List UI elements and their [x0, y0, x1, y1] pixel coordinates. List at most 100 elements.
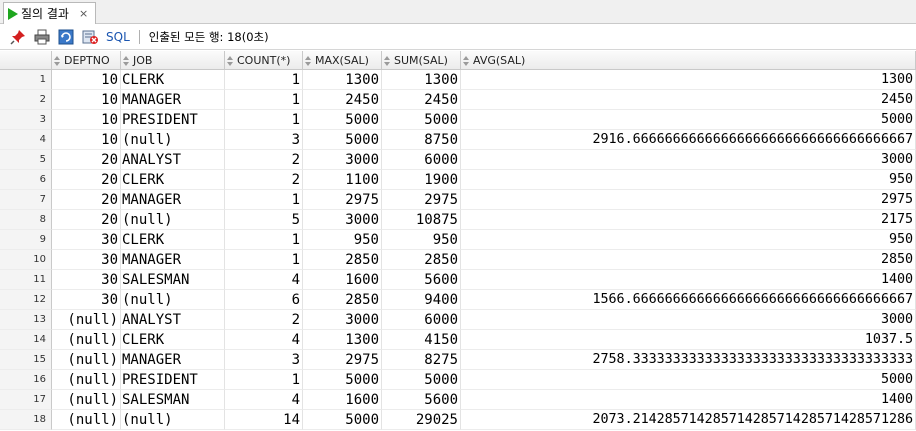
cell-max-sal[interactable]: 2850: [303, 250, 382, 270]
cell-count[interactable]: 4: [225, 270, 303, 290]
header-deptno[interactable]: DEPTNO: [52, 51, 121, 70]
cell-avg-sal[interactable]: 2450: [461, 90, 916, 110]
table-row[interactable]: 18 (null) (null) 14 5000 29025 2073.2142857142…: [0, 410, 916, 430]
cell-job[interactable]: CLERK: [121, 230, 225, 250]
cell-job[interactable]: CLERK: [121, 170, 225, 190]
cell-job[interactable]: MANAGER: [121, 250, 225, 270]
cell-deptno[interactable]: (null): [52, 410, 121, 430]
cell-job[interactable]: MANAGER: [121, 190, 225, 210]
cell-max-sal[interactable]: 3000: [303, 210, 382, 230]
cell-count[interactable]: 14: [225, 410, 303, 430]
cell-job[interactable]: ANALYST: [121, 310, 225, 330]
header-sum-sal[interactable]: SUM(SAL): [382, 51, 461, 70]
cell-job[interactable]: SALESMAN: [121, 270, 225, 290]
row-number[interactable]: 12: [0, 290, 52, 310]
header-job[interactable]: JOB: [121, 51, 225, 70]
row-number[interactable]: 8: [0, 210, 52, 230]
table-row[interactable]: 4 10 (null) 3 5000 8750 2916.66666666666666666…: [0, 130, 916, 150]
cell-deptno[interactable]: (null): [52, 390, 121, 410]
cell-count[interactable]: 1: [225, 230, 303, 250]
cell-max-sal[interactable]: 3000: [303, 150, 382, 170]
cell-deptno[interactable]: 30: [52, 250, 121, 270]
cell-sum-sal[interactable]: 6000: [382, 310, 461, 330]
cell-count[interactable]: 6: [225, 290, 303, 310]
cell-count[interactable]: 1: [225, 250, 303, 270]
cell-count[interactable]: 3: [225, 350, 303, 370]
cell-deptno[interactable]: 20: [52, 210, 121, 230]
cell-avg-sal[interactable]: 950: [461, 230, 916, 250]
cell-avg-sal[interactable]: 3000: [461, 150, 916, 170]
cell-max-sal[interactable]: 2450: [303, 90, 382, 110]
cell-sum-sal[interactable]: 10875: [382, 210, 461, 230]
header-max-sal[interactable]: MAX(SAL): [303, 51, 382, 70]
cell-count[interactable]: 1: [225, 190, 303, 210]
cell-sum-sal[interactable]: 5000: [382, 370, 461, 390]
cell-sum-sal[interactable]: 2975: [382, 190, 461, 210]
cell-max-sal[interactable]: 2975: [303, 190, 382, 210]
cell-count[interactable]: 1: [225, 370, 303, 390]
cell-avg-sal[interactable]: 1400: [461, 390, 916, 410]
close-icon[interactable]: ×: [79, 7, 88, 20]
cell-deptno[interactable]: 10: [52, 70, 121, 90]
cell-avg-sal[interactable]: 1400: [461, 270, 916, 290]
header-avg-sal[interactable]: AVG(SAL): [461, 51, 916, 70]
cell-sum-sal[interactable]: 5600: [382, 390, 461, 410]
cell-deptno[interactable]: 10: [52, 90, 121, 110]
cell-deptno[interactable]: (null): [52, 370, 121, 390]
cell-deptno[interactable]: 30: [52, 270, 121, 290]
cell-avg-sal[interactable]: 2850: [461, 250, 916, 270]
cell-count[interactable]: 5: [225, 210, 303, 230]
cell-count[interactable]: 2: [225, 170, 303, 190]
table-row[interactable]: 11 30 SALESMAN 4 1600 5600 1400: [0, 270, 916, 290]
cell-deptno[interactable]: (null): [52, 310, 121, 330]
cell-count[interactable]: 4: [225, 330, 303, 350]
table-row[interactable]: 6 20 CLERK 2 1100 1900 950: [0, 170, 916, 190]
cell-sum-sal[interactable]: 4150: [382, 330, 461, 350]
row-number[interactable]: 7: [0, 190, 52, 210]
cell-sum-sal[interactable]: 8275: [382, 350, 461, 370]
cell-avg-sal[interactable]: 2758.33333333333333333333333333333333333: [461, 350, 916, 370]
cell-avg-sal[interactable]: 1300: [461, 70, 916, 90]
cell-job[interactable]: MANAGER: [121, 90, 225, 110]
row-number[interactable]: 6: [0, 170, 52, 190]
cell-sum-sal[interactable]: 1300: [382, 70, 461, 90]
cell-deptno[interactable]: 20: [52, 150, 121, 170]
cell-max-sal[interactable]: 950: [303, 230, 382, 250]
table-row[interactable]: 8 20 (null) 5 3000 10875 2175: [0, 210, 916, 230]
cell-sum-sal[interactable]: 5600: [382, 270, 461, 290]
cell-job[interactable]: CLERK: [121, 330, 225, 350]
cell-avg-sal[interactable]: 5000: [461, 370, 916, 390]
cell-deptno[interactable]: 10: [52, 130, 121, 150]
table-row[interactable]: 14 (null) CLERK 4 1300 4150 1037.5: [0, 330, 916, 350]
cell-count[interactable]: 2: [225, 150, 303, 170]
cell-sum-sal[interactable]: 1900: [382, 170, 461, 190]
table-row[interactable]: 7 20 MANAGER 1 2975 2975 2975: [0, 190, 916, 210]
table-row[interactable]: 12 30 (null) 6 2850 9400 1566.6666666666666666…: [0, 290, 916, 310]
row-number[interactable]: 11: [0, 270, 52, 290]
table-row[interactable]: 16 (null) PRESIDENT 1 5000 5000 5000: [0, 370, 916, 390]
table-row[interactable]: 15 (null) MANAGER 3 2975 8275 2758.33333333333…: [0, 350, 916, 370]
cell-deptno[interactable]: (null): [52, 330, 121, 350]
cell-avg-sal[interactable]: 2073.21428571428571428571428571428571286: [461, 410, 916, 430]
table-row[interactable]: 5 20 ANALYST 2 3000 6000 3000: [0, 150, 916, 170]
row-number[interactable]: 15: [0, 350, 52, 370]
cancel-icon[interactable]: [80, 27, 100, 47]
cell-deptno[interactable]: 20: [52, 190, 121, 210]
cell-max-sal[interactable]: 3000: [303, 310, 382, 330]
cell-avg-sal[interactable]: 2916.66666666666666666666666666666666667: [461, 130, 916, 150]
cell-avg-sal[interactable]: 1037.5: [461, 330, 916, 350]
row-number[interactable]: 14: [0, 330, 52, 350]
cell-deptno[interactable]: (null): [52, 350, 121, 370]
table-row[interactable]: 17 (null) SALESMAN 4 1600 5600 1400: [0, 390, 916, 410]
sql-button[interactable]: SQL: [106, 30, 130, 44]
cell-sum-sal[interactable]: 9400: [382, 290, 461, 310]
table-row[interactable]: 3 10 PRESIDENT 1 5000 5000 5000: [0, 110, 916, 130]
table-row[interactable]: 9 30 CLERK 1 950 950 950: [0, 230, 916, 250]
cell-count[interactable]: 3: [225, 130, 303, 150]
cell-job[interactable]: PRESIDENT: [121, 110, 225, 130]
row-number[interactable]: 16: [0, 370, 52, 390]
refresh-icon[interactable]: [56, 27, 76, 47]
cell-job[interactable]: (null): [121, 410, 225, 430]
cell-max-sal[interactable]: 1300: [303, 330, 382, 350]
pin-icon[interactable]: [8, 27, 28, 47]
